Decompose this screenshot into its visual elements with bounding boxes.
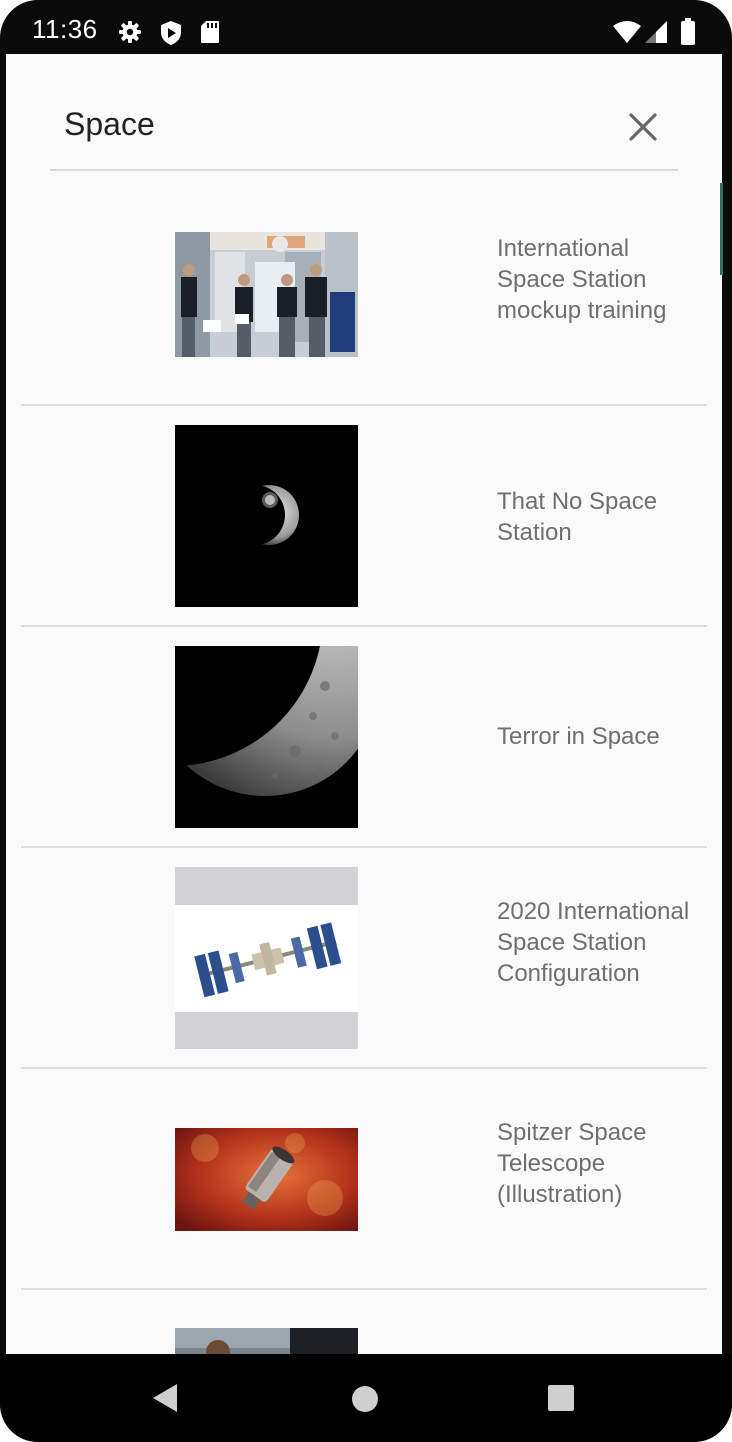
crescent-moon-crater-image	[175, 425, 358, 607]
results-list: International Space Station mockup train…	[21, 185, 707, 1354]
result-title: International Space Station mockup train…	[497, 235, 667, 324]
list-item[interactable]: 2020 International Space Station Configu…	[21, 848, 707, 1069]
list-item[interactable]: Terror in Space	[21, 627, 707, 848]
navigation-bar	[0, 1354, 732, 1442]
sd-card-icon	[200, 20, 220, 49]
shield-play-icon	[160, 20, 182, 51]
search-input[interactable]: Space	[64, 106, 155, 143]
recents-square-icon	[548, 1385, 574, 1411]
close-button[interactable]	[626, 110, 660, 144]
status-bar: 11:36	[0, 0, 732, 54]
iss-diagram-image	[175, 867, 358, 1049]
back-triangle-icon	[153, 1384, 177, 1412]
scroll-indicator	[720, 183, 723, 275]
list-item[interactable]: Spitzer Space Telescope (Illustration)	[21, 1069, 707, 1290]
home-circle-icon	[352, 1386, 378, 1412]
back-button[interactable]	[150, 1382, 180, 1419]
status-time: 11:36	[32, 14, 98, 44]
cell-signal-icon	[644, 20, 668, 49]
gear-icon	[118, 20, 142, 49]
spitzer-telescope-on-red-image	[175, 1128, 358, 1231]
list-item[interactable]	[21, 1290, 707, 1354]
result-thumbnail	[175, 425, 358, 607]
list-item[interactable]: International Space Station mockup train…	[21, 185, 707, 406]
result-title: 2020 International Space Station Configu…	[497, 898, 690, 987]
search-screen: Space International Space Station mockup…	[6, 54, 722, 1354]
list-item[interactable]: That No Space Station	[21, 406, 707, 627]
home-button[interactable]	[351, 1385, 379, 1418]
recents-button[interactable]	[547, 1384, 575, 1417]
result-thumbnail	[175, 867, 358, 1049]
device-frame: 11:36 Space International Space Station …	[0, 0, 732, 1442]
result-thumbnail	[175, 646, 358, 828]
result-thumbnail	[175, 1328, 358, 1354]
crescent-mercury-image	[175, 646, 358, 828]
result-title: That No Space Station	[497, 488, 658, 546]
close-icon	[629, 113, 657, 141]
result-title: Spitzer Space Telescope (Illustration)	[497, 1119, 647, 1208]
result-thumbnail	[175, 1128, 358, 1231]
wifi-icon	[612, 20, 642, 49]
result-title: Terror in Space	[497, 723, 660, 750]
battery-icon	[680, 18, 696, 51]
partial-photo-image	[175, 1328, 358, 1354]
result-thumbnail	[175, 232, 358, 357]
astronauts-in-station-mockup-image	[175, 232, 358, 357]
search-bar[interactable]: Space	[50, 54, 678, 171]
